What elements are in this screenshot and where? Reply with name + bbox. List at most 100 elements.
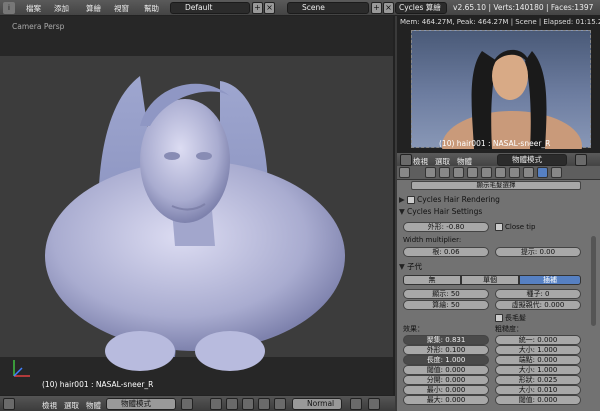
menu-file[interactable]: 檔案 <box>26 3 41 14</box>
tab-render-icon[interactable] <box>425 167 436 178</box>
editor-type-icon[interactable] <box>3 398 15 410</box>
render-info: Mem: 464.27M, Peak: 464.27M | Scene | El… <box>400 18 600 26</box>
rough-uniform-size-field[interactable]: 大小: 1.000 <box>495 345 581 355</box>
chest-left <box>105 331 175 371</box>
properties-editor: 顯示毛髮選擇 ▶ Cycles Hair Rendering ▼ Cycles Ha… <box>397 166 600 411</box>
rough-random-field[interactable]: 形狀: 0.025 <box>495 375 581 385</box>
close-tip-option[interactable]: Close tip <box>495 223 535 231</box>
display-amount-field[interactable]: 顯示: 50 <box>403 289 489 299</box>
show-hair-selection-button[interactable]: 顯示毛髮選擇 <box>411 181 581 190</box>
virtual-parents-field[interactable]: 虛擬親代: 0.000 <box>495 300 581 310</box>
remove-scene-button[interactable]: × <box>383 2 394 14</box>
threshold-field[interactable]: 閾值: 0.000 <box>403 365 489 375</box>
tab-scene-icon[interactable] <box>439 167 450 178</box>
child-mode-interpolated[interactable]: 插補 <box>519 275 581 285</box>
long-hair-option[interactable]: 長毛髮 <box>495 313 526 323</box>
viewport-shading-icon[interactable] <box>181 398 193 410</box>
clump-shape-field[interactable]: 外形: 0.100 <box>403 345 489 355</box>
scene-stats: v2.65.10 | Verts:140180 | Faces:1397 <box>453 3 594 12</box>
rough-endpoint-field[interactable]: 端點: 0.000 <box>495 355 581 365</box>
menu-select[interactable]: 選取 <box>64 400 79 411</box>
rendered-image <box>411 30 591 149</box>
3d-viewport[interactable]: Camera Persp (10) hair001 : NASAL-sneer_… <box>0 16 395 395</box>
translate-icon[interactable] <box>242 398 254 410</box>
expand-triangle-icon: ▶ <box>399 195 405 204</box>
scene-name: Scene <box>302 3 325 12</box>
layers-icon[interactable] <box>350 398 362 410</box>
parting-min-field[interactable]: 最小: 0.000 <box>403 385 489 395</box>
menu-object[interactable]: 物體 <box>86 400 101 411</box>
layout-selector[interactable]: Default <box>170 2 250 14</box>
tab-data-icon[interactable] <box>509 167 520 178</box>
rendered-character <box>442 49 582 149</box>
seed-field[interactable]: 種子: 0 <box>495 289 581 299</box>
clump-field[interactable]: 聚集: 0.831 <box>403 335 489 345</box>
active-object-label: (10) hair001 : NASAL-sneer_R <box>42 380 154 389</box>
top-header: i 檔案 添加 算繪 視窗 幫助 Default + × Scene + × C… <box>0 0 600 16</box>
menu-window[interactable]: 視窗 <box>114 3 129 14</box>
root-width-field[interactable]: 根: 0.06 <box>403 247 489 257</box>
child-mode-none[interactable]: 無 <box>403 275 461 285</box>
render-shading-icon[interactable] <box>575 154 587 166</box>
interaction-mode-selector[interactable]: 物體模式 <box>106 398 176 410</box>
close-tip-checkbox[interactable] <box>495 223 503 231</box>
rough-endpoint-size-field[interactable]: 大小: 1.000 <box>495 365 581 375</box>
collapse-triangle-icon: ▼ <box>399 262 405 271</box>
render-preview[interactable]: Mem: 464.27M, Peak: 464.27M | Scene | El… <box>397 16 600 152</box>
parting-factor-field[interactable]: 分開: 0.000 <box>403 375 489 385</box>
panel-title: Cycles Hair Rendering <box>417 195 500 204</box>
tab-constraints-icon[interactable] <box>481 167 492 178</box>
pivot-point-icon[interactable] <box>210 398 222 410</box>
panel-cycles-hair-settings[interactable]: ▼ Cycles Hair Settings <box>399 206 598 217</box>
info-editor-icon[interactable]: i <box>3 2 15 14</box>
length-field[interactable]: 長度: 1.000 <box>403 355 489 365</box>
axis-gizmo-icon <box>13 360 30 377</box>
collapse-triangle-icon: ▼ <box>399 207 405 216</box>
transform-orientation-name: Normal <box>307 399 335 408</box>
properties-scrollbar[interactable] <box>591 236 596 326</box>
add-scene-button[interactable]: + <box>371 2 382 14</box>
viewport-header: 檢視 選取 物體 物體模式 Normal <box>0 395 395 411</box>
right-eye <box>196 152 212 160</box>
render-amount-field[interactable]: 算繪: 50 <box>403 300 489 310</box>
tip-width-field[interactable]: 提示: 0.00 <box>495 247 581 257</box>
tab-world-icon[interactable] <box>453 167 464 178</box>
snap-icon[interactable] <box>368 398 380 410</box>
long-hair-checkbox[interactable] <box>495 314 503 322</box>
child-mode-simple[interactable]: 單個 <box>461 275 519 285</box>
add-layout-button[interactable]: + <box>252 2 263 14</box>
rough-random-size-field[interactable]: 大小: 0.010 <box>495 385 581 395</box>
rough-random-threshold-field[interactable]: 閾值: 0.000 <box>495 395 581 405</box>
panel-children[interactable]: ▼ 子代 <box>399 261 598 272</box>
properties-editor-icon[interactable] <box>399 167 410 178</box>
panel-title: 子代 <box>407 262 422 271</box>
chest-right <box>195 331 265 371</box>
rough-uniform-field[interactable]: 統一: 0.000 <box>495 335 581 345</box>
layout-name: Default <box>185 3 213 12</box>
rotate-icon[interactable] <box>258 398 270 410</box>
enable-checkbox[interactable] <box>407 196 415 204</box>
tab-physics-icon[interactable] <box>551 167 562 178</box>
panel-cycles-hair-rendering[interactable]: ▶ Cycles Hair Rendering <box>399 194 598 205</box>
properties-tabs <box>397 166 600 180</box>
scale-icon[interactable] <box>274 398 286 410</box>
manipulator-icon[interactable] <box>226 398 238 410</box>
menu-view[interactable]: 檢視 <box>42 400 57 411</box>
remove-layout-button[interactable]: × <box>264 2 275 14</box>
tab-modifiers-icon[interactable] <box>495 167 506 178</box>
tab-material-icon[interactable] <box>523 167 534 178</box>
tab-object-icon[interactable] <box>467 167 478 178</box>
menu-help[interactable]: 幫助 <box>144 3 159 14</box>
shape-field[interactable]: 外形: -0.80 <box>403 222 489 232</box>
transform-orientation-selector[interactable]: Normal <box>292 398 342 410</box>
render-engine-selector[interactable]: Cycles 算繪 <box>395 2 447 14</box>
tab-particles-icon[interactable] <box>537 167 548 178</box>
menu-render[interactable]: 算繪 <box>86 3 101 14</box>
render-mode-selector[interactable]: 物體模式 <box>497 154 567 166</box>
render-mode-name: 物體模式 <box>512 155 542 164</box>
parting-max-field[interactable]: 最大: 0.000 <box>403 395 489 405</box>
scene-selector[interactable]: Scene <box>287 2 369 14</box>
render-editor-type-icon[interactable] <box>400 154 412 166</box>
menu-add[interactable]: 添加 <box>54 3 69 14</box>
effects-label: 效果： <box>403 325 424 333</box>
